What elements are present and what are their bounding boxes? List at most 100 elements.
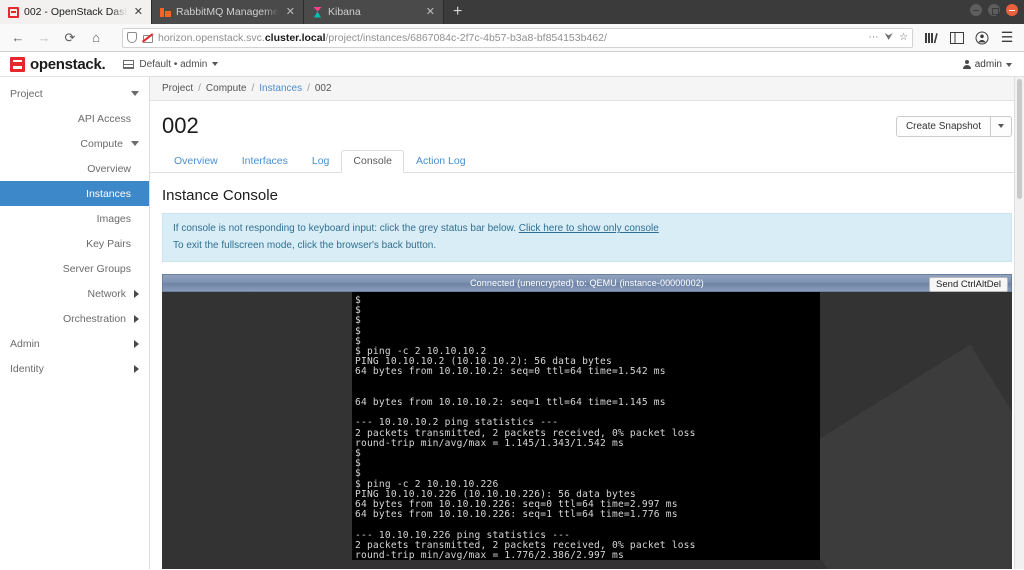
sidebar-item-label: Network (87, 287, 126, 300)
tab-title: 002 - OpenStack Dashbo (24, 6, 127, 18)
chevron-down-icon (1006, 62, 1012, 67)
breadcrumb-separator: / (251, 83, 255, 94)
browser-toolbar-right: ☰ (921, 27, 1018, 49)
openstack-header: openstack. Default • admin admin (0, 52, 1024, 77)
tab-interfaces[interactable]: Interfaces (230, 150, 300, 173)
close-icon[interactable]: ✕ (284, 6, 297, 18)
console-info-alert: If console is not responding to keyboard… (162, 213, 1012, 262)
terminal-output: $ $ $ $ $ $ ping -c 2 10.10.10.2 PING 10… (355, 295, 696, 560)
chevron-right-icon (134, 339, 139, 348)
browser-navigation-bar: ← → ⟳ ⌂ horizon.openstack.svc.cluster.lo… (0, 24, 1024, 52)
user-menu[interactable]: admin (962, 52, 1012, 77)
vnc-canvas[interactable]: $ $ $ $ $ $ ping -c 2 10.10.10.2 PING 10… (162, 292, 1012, 569)
sidebar-item-label: Identity (10, 362, 44, 375)
forward-icon[interactable]: → (32, 27, 56, 49)
browser-tab-rabbitmq[interactable]: RabbitMQ Management ✕ (152, 0, 304, 24)
minimize-icon[interactable] (970, 4, 982, 16)
page-actions: Create Snapshot (895, 115, 1012, 137)
shield-icon (127, 32, 137, 43)
sidebar-item-key-pairs[interactable]: Key Pairs (0, 231, 149, 256)
tab-title: RabbitMQ Management (176, 6, 279, 18)
sidebar-item-identity[interactable]: Identity (0, 356, 149, 381)
page-scrollbar[interactable] (1014, 77, 1024, 569)
chevron-right-icon (134, 364, 139, 373)
tab-overview[interactable]: Overview (162, 150, 230, 173)
sidebar-item-label: Orchestration (62, 312, 126, 325)
sidebar-icon[interactable] (946, 27, 968, 49)
new-tab-button[interactable]: + (444, 0, 471, 24)
browser-tab-strip: 002 - OpenStack Dashbo ✕ RabbitMQ Manage… (0, 0, 1024, 24)
close-icon[interactable] (1006, 4, 1018, 16)
user-icon (962, 60, 971, 69)
sidebar-item-label: Server Groups (62, 262, 131, 275)
close-icon[interactable]: ✕ (132, 6, 145, 18)
bookmark-star-icon[interactable]: ☆ (899, 32, 908, 43)
page-actions-icon[interactable]: ⋯ (869, 32, 879, 43)
page-header: 002 Create Snapshot (150, 101, 1024, 149)
maximize-icon[interactable] (988, 4, 1000, 16)
close-icon[interactable]: ✕ (424, 6, 437, 18)
sidebar-item-compute[interactable]: Compute (0, 131, 149, 156)
openstack-logo[interactable]: openstack. (10, 55, 106, 73)
kibana-icon (312, 7, 323, 18)
rabbitmq-icon (160, 7, 171, 18)
address-bar[interactable]: horizon.openstack.svc.cluster.local/proj… (122, 27, 913, 48)
domain-project-switcher[interactable]: Default • admin (123, 58, 219, 70)
back-icon[interactable]: ← (6, 27, 30, 49)
sidebar-item-overview[interactable]: Overview (0, 156, 149, 181)
browser-tab-openstack[interactable]: 002 - OpenStack Dashbo ✕ (0, 0, 152, 24)
chevron-down-icon (212, 62, 219, 66)
section-title: Instance Console (162, 187, 278, 204)
instance-detail-tabs: Overview Interfaces Log Console Action L… (150, 149, 1024, 173)
terminal-screen[interactable]: $ $ $ $ $ $ ping -c 2 10.10.10.2 PING 10… (352, 292, 820, 560)
sidebar-item-label: Overview (87, 162, 131, 175)
chevron-right-icon (134, 314, 139, 323)
alert-line-2: To exit the fullscreen mode, click the b… (173, 239, 437, 251)
instance-console: Connected (unencrypted) to: QEMU (instan… (162, 274, 1012, 569)
sidebar-item-label: Images (96, 212, 131, 225)
window-controls (970, 4, 1018, 16)
tab-log[interactable]: Log (300, 150, 342, 173)
sidebar-item-images[interactable]: Images (0, 206, 149, 231)
scrollbar-thumb[interactable] (1017, 79, 1022, 199)
user-name: admin (974, 59, 1002, 70)
vnc-status-bar[interactable]: Connected (unencrypted) to: QEMU (instan… (162, 274, 1012, 292)
chevron-down-icon (131, 141, 139, 146)
openstack-logo-icon (10, 56, 25, 72)
sidebar-item-orchestration[interactable]: Orchestration (0, 306, 149, 331)
browser-window: 002 - OpenStack Dashbo ✕ RabbitMQ Manage… (0, 0, 1024, 570)
vnc-status-text: Connected (unencrypted) to: QEMU (instan… (470, 278, 704, 288)
sidebar-item-project[interactable]: Project (0, 81, 149, 106)
context-label: Default • admin (139, 58, 208, 70)
browser-tab-kibana[interactable]: Kibana ✕ (304, 0, 444, 24)
sidebar-item-network[interactable]: Network (0, 281, 149, 306)
tab-console[interactable]: Console (341, 150, 404, 173)
breadcrumb-item-instances[interactable]: Instances (259, 83, 302, 94)
openstack-icon (8, 6, 19, 18)
breadcrumb-item-project: Project (162, 83, 194, 94)
url-text: horizon.openstack.svc.cluster.local/proj… (158, 31, 607, 44)
address-bar-actions: ⋯ ⮟ ☆ (869, 32, 908, 43)
reload-icon[interactable]: ⟳ (58, 27, 82, 49)
breadcrumb-item-current: 002 (314, 83, 332, 94)
insecure-lock-icon (142, 32, 153, 43)
brand-name: openstack. (30, 55, 106, 73)
show-only-console-link[interactable]: Click here to show only console (519, 223, 659, 234)
sidebar-item-admin[interactable]: Admin (0, 331, 149, 356)
tab-action-log[interactable]: Action Log (404, 150, 478, 173)
home-icon[interactable]: ⌂ (84, 27, 108, 49)
breadcrumb: Project / Compute / Instances / 002 (150, 77, 1024, 101)
reader-mode-icon[interactable]: ⮟ (885, 32, 894, 43)
sidebar-item-server-groups[interactable]: Server Groups (0, 256, 149, 281)
hamburger-menu-icon[interactable]: ☰ (996, 27, 1018, 49)
library-icon[interactable] (921, 27, 943, 49)
page-title: 002 (162, 113, 199, 138)
sidebar-item-instances[interactable]: Instances (0, 181, 149, 206)
sidebar-item-label: Instances (86, 187, 131, 200)
sidebar-item-api-access[interactable]: API Access (0, 106, 149, 131)
send-ctrl-alt-del-button[interactable]: Send CtrlAltDel (929, 277, 1008, 292)
create-snapshot-button[interactable]: Create Snapshot (895, 115, 991, 137)
sidebar-item-label: Admin (10, 337, 40, 350)
actions-dropdown-button[interactable] (991, 115, 1012, 137)
account-icon[interactable] (971, 27, 993, 49)
